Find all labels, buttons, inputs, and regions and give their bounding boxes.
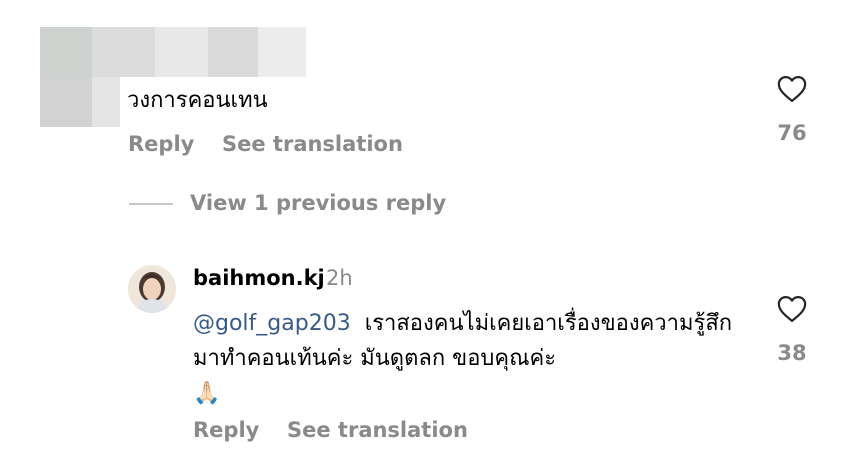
reply-username[interactable]: baihmon.kj — [193, 266, 325, 290]
like-count-2: 38 — [777, 341, 807, 365]
reply-timestamp: 2h — [326, 266, 353, 290]
avatar[interactable] — [128, 265, 176, 313]
reply-button[interactable]: Reply — [128, 132, 194, 156]
see-translation-button[interactable]: See translation — [222, 132, 403, 156]
reply-button-2[interactable]: Reply — [193, 418, 259, 442]
see-translation-button-2[interactable]: See translation — [287, 418, 468, 442]
praying-hands-emoji: 🙏🏻 — [193, 381, 221, 406]
like-count: 76 — [777, 121, 807, 145]
heart-icon[interactable] — [777, 75, 807, 103]
mention-link[interactable]: @golf_gap203 — [193, 311, 351, 336]
view-previous-replies-button[interactable]: View 1 previous reply — [190, 191, 446, 215]
reply-text: @golf_gap203 เราสองคนไม่เคยเอาเรื่องของค… — [193, 306, 753, 411]
replies-divider — [129, 203, 173, 205]
comment-text: วงการคอนเทน — [127, 88, 268, 113]
avatar-image — [128, 265, 176, 313]
heart-icon[interactable] — [777, 295, 807, 323]
